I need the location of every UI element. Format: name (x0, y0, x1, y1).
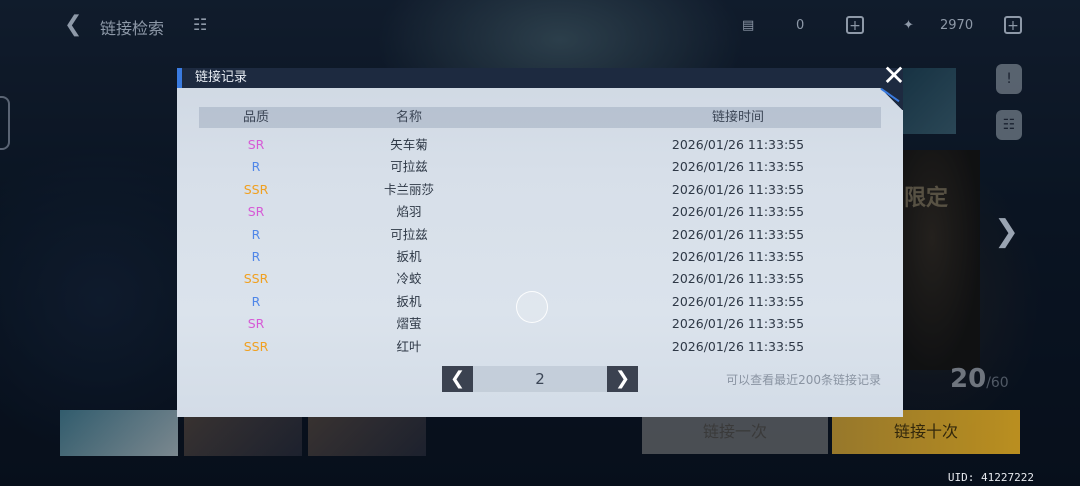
crystal-icon: ✦ (903, 18, 914, 33)
time-cell: 2026/01/26 11:33:55 (671, 248, 805, 264)
history-note: 可以查看最近200条链接记录 (726, 373, 881, 387)
name-cell: 可拉兹 (390, 159, 428, 175)
quality-cell: SSR (243, 271, 269, 287)
time-cell: 2026/01/26 11:33:55 (671, 226, 805, 242)
info-icon[interactable]: ! (996, 64, 1022, 94)
page-title: 链接检索 (100, 19, 165, 38)
table-row: R 扳机 2026/01/26 11:33:55 (199, 246, 881, 268)
table-row: SR 矢车菊 2026/01/26 11:33:55 (199, 134, 881, 156)
touch-cursor (516, 291, 548, 323)
header-accent (177, 68, 182, 88)
name-cell: 焰羽 (396, 204, 422, 220)
quality-cell: R (251, 226, 261, 242)
history-table: SR 矢车菊 2026/01/26 11:33:55 R 可拉兹 2026/01/26 1… (199, 134, 881, 358)
close-icon[interactable]: ✕ (880, 62, 908, 90)
quality-cell: SSR (243, 181, 269, 197)
page-number: 2 (473, 366, 607, 392)
time-cell: 2026/01/26 11:33:55 (671, 338, 805, 354)
add-currency2-icon[interactable]: + (1004, 16, 1022, 34)
quality-cell: SR (247, 316, 265, 332)
name-cell: 扳机 (396, 293, 422, 309)
quality-cell: SR (247, 204, 265, 220)
time-cell: 2026/01/26 11:33:55 (671, 181, 805, 197)
quality-cell: R (251, 159, 261, 175)
table-row: SSR 冷蛟 2026/01/26 11:33:55 (199, 268, 881, 290)
name-cell: 冷蛟 (396, 271, 422, 287)
currency1-amount: 0 (796, 18, 805, 33)
banner-thumb[interactable] (60, 410, 178, 456)
time-cell: 2026/01/26 11:33:55 (671, 159, 805, 175)
time-cell: 2026/01/26 11:33:55 (671, 271, 805, 287)
ticket-icon: ▤ (742, 18, 755, 33)
left-drawer-handle[interactable] (0, 96, 10, 150)
next-page-button[interactable]: ❯ (607, 366, 638, 392)
next-banner-icon[interactable]: ❯ (994, 214, 1019, 249)
quality-cell: SR (247, 137, 265, 152)
currency2-amount: 2970 (940, 18, 974, 33)
name-cell: 可拉兹 (390, 226, 428, 242)
history-modal: 链接记录 品质 名称 链接时间 SR 矢车菊 2026/01/26 11:33:55… (177, 68, 903, 417)
table-row: SR 焰羽 2026/01/26 11:33:55 (199, 201, 881, 223)
header-time: 链接时间 (711, 110, 764, 125)
name-cell: 红叶 (396, 338, 422, 354)
name-cell: 熠萤 (396, 316, 422, 332)
uid-label: UID: 41227222 (947, 471, 1034, 484)
record-icon[interactable]: ☷ (996, 110, 1022, 140)
name-cell: 卡兰丽莎 (383, 181, 434, 197)
table-row: SSR 红叶 2026/01/26 11:33:55 (199, 336, 881, 358)
add-currency1-icon[interactable]: + (846, 16, 864, 34)
quality-cell: R (251, 293, 261, 309)
header-quality: 品质 (242, 110, 269, 125)
table-row: SSR 卡兰丽莎 2026/01/26 11:33:55 (199, 179, 881, 201)
table-row: R 可拉兹 2026/01/26 11:33:55 (199, 224, 881, 246)
table-row: R 可拉兹 2026/01/26 11:33:55 (199, 156, 881, 178)
table-header: 品质 名称 链接时间 (199, 107, 881, 128)
time-cell: 2026/01/26 11:33:55 (671, 316, 805, 332)
top-bar: ❮ 链接检索 ☷ ▤ 0 + ✦ 2970 + (0, 0, 1080, 52)
prev-page-button[interactable]: ❮ (442, 366, 473, 392)
back-arrow-icon[interactable]: ❮ (64, 14, 86, 36)
pagination: ❮ 2 ❯ (442, 366, 638, 392)
quality-cell: R (251, 248, 261, 264)
quality-cell: SSR (243, 338, 269, 354)
time-cell: 2026/01/26 11:33:55 (671, 293, 805, 309)
time-cell: 2026/01/26 11:33:55 (671, 204, 805, 220)
structure-icon[interactable]: ☷ (193, 15, 207, 34)
header-name: 名称 (395, 110, 422, 125)
modal-header: 链接记录 (177, 68, 903, 88)
name-cell: 扳机 (396, 248, 422, 264)
name-cell: 矢车菊 (390, 137, 428, 152)
time-cell: 2026/01/26 11:33:55 (671, 137, 805, 152)
modal-title: 链接记录 (195, 70, 248, 85)
